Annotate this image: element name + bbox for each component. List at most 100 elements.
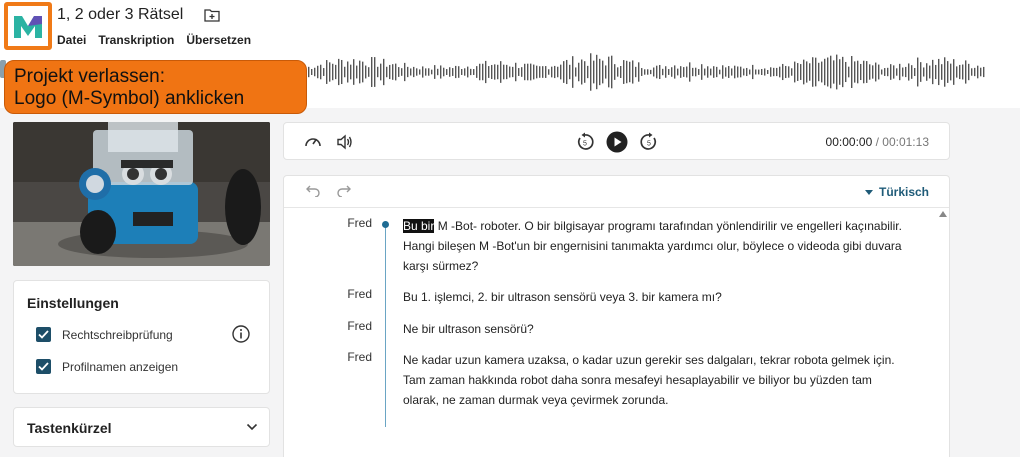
speaker-name[interactable]: Fred <box>322 216 372 230</box>
waveform-bar <box>770 67 772 77</box>
waveform-bar <box>377 66 379 78</box>
waveform-bar <box>350 64 352 80</box>
waveform-bar <box>500 61 502 83</box>
waveform-bar <box>818 62 820 82</box>
waveform-bar <box>707 66 709 78</box>
profile-names-checkbox[interactable] <box>36 359 51 374</box>
waveform-bar <box>914 67 916 77</box>
waveform-bar <box>749 69 751 75</box>
video-preview[interactable] <box>13 122 270 266</box>
waveform-bar <box>431 69 433 75</box>
waveform-bar <box>320 64 322 80</box>
spellcheck-label: Rechtschreibprüfung <box>62 327 173 342</box>
waveform-bar <box>515 62 517 82</box>
play-icon[interactable] <box>606 131 628 153</box>
waveform-bar <box>539 66 541 78</box>
waveform-bar <box>845 61 847 83</box>
player-bar: 5 5 00:00:00 / 00:01:13 <box>283 122 950 160</box>
spellcheck-setting[interactable]: Rechtschreibprüfung <box>36 327 173 342</box>
speed-icon[interactable] <box>304 133 322 151</box>
waveform-bar <box>308 66 310 78</box>
waveform-bar <box>917 57 919 87</box>
spellcheck-checkbox[interactable] <box>36 327 51 342</box>
menu-transcription[interactable]: Transkription <box>98 33 174 47</box>
waveform-bar <box>695 67 697 77</box>
waveform-bar <box>494 64 496 80</box>
waveform-bar <box>635 66 637 78</box>
waveform-bar <box>836 54 838 90</box>
waveform-bar <box>422 66 424 78</box>
waveform-bar <box>353 59 355 85</box>
waveform-bar <box>800 64 802 80</box>
waveform-bar <box>668 69 670 75</box>
waveform-bar <box>488 66 490 78</box>
waveform-bar <box>698 69 700 75</box>
waveform-bar <box>758 69 760 75</box>
waveform-bar <box>962 64 964 80</box>
segment-text[interactable]: Bu 1. işlemci, 2. bir ultrason sensörü v… <box>403 287 903 307</box>
speaker-name[interactable]: Fred <box>322 350 372 364</box>
segment-text[interactable]: Bu bir M -Bot- roboter. O bir bilgisayar… <box>403 216 903 276</box>
current-time: 00:00:00 <box>825 135 873 149</box>
m-logo-button[interactable] <box>4 2 52 50</box>
waveform-bar <box>584 61 586 83</box>
waveform-bar <box>848 66 850 78</box>
waveform-bar <box>473 69 475 75</box>
rewind-5-icon[interactable]: 5 <box>575 132 595 152</box>
waveform-bar <box>464 68 466 76</box>
shortcuts-panel[interactable]: Tastenkürzel <box>13 407 270 447</box>
forward-5-icon[interactable]: 5 <box>639 132 659 152</box>
waveform-bar <box>581 59 583 85</box>
svg-text:5: 5 <box>583 141 587 148</box>
waveform-bar <box>578 62 580 82</box>
waveform-bar <box>461 69 463 75</box>
waveform-bar <box>527 63 529 81</box>
waveform-bar <box>566 59 568 85</box>
waveform-bar <box>407 66 409 78</box>
waveform-bar <box>608 56 610 88</box>
waveform-bar <box>326 60 328 84</box>
waveform-bar <box>467 66 469 78</box>
waveform-bar <box>419 69 421 75</box>
shortcuts-title: Tastenkürzel <box>27 420 112 436</box>
folder-add-icon[interactable] <box>204 8 220 22</box>
waveform-bar <box>683 67 685 77</box>
menu-translate[interactable]: Übersetzen <box>186 33 251 47</box>
info-icon[interactable] <box>232 325 250 343</box>
waveform-bar <box>896 68 898 76</box>
waveform-bar <box>839 59 841 85</box>
waveform-bar <box>944 57 946 87</box>
waveform-bar <box>557 66 559 78</box>
waveform-bar <box>743 68 745 76</box>
waveform-bar <box>725 67 727 77</box>
waveform-bar <box>746 67 748 77</box>
language-dropdown[interactable]: Türkisch <box>864 185 929 199</box>
undo-icon[interactable] <box>306 185 320 197</box>
editor-toolbar: Türkisch <box>284 176 949 208</box>
waveform-bar <box>923 67 925 77</box>
waveform-bar <box>446 69 448 75</box>
profile-names-setting[interactable]: Profilnamen anzeigen <box>36 359 178 374</box>
speaker-name[interactable]: Fred <box>322 287 372 301</box>
segment-text[interactable]: Ne kadar uzun kamera uzaksa, o kadar uzu… <box>403 350 903 410</box>
waveform-bar <box>416 68 418 76</box>
waveform-bar <box>386 66 388 78</box>
waveform-bar <box>479 63 481 81</box>
waveform-bar <box>440 65 442 79</box>
scroll-up-arrow[interactable] <box>939 211 947 217</box>
waveform-bar <box>908 63 910 81</box>
speaker-name[interactable]: Fred <box>322 319 372 333</box>
waveform-bar <box>641 68 643 76</box>
waveform-bar <box>980 67 982 77</box>
redo-icon[interactable] <box>337 185 351 197</box>
waveform-bar <box>983 66 985 78</box>
waveform-bar <box>956 66 958 78</box>
waveform-bar <box>551 66 553 78</box>
waveform-bar <box>977 65 979 79</box>
volume-icon[interactable] <box>336 133 354 151</box>
waveform-bar <box>809 63 811 81</box>
menu-file[interactable]: Datei <box>57 33 86 47</box>
segment-text[interactable]: Ne bir ultrason sensörü? <box>403 319 903 339</box>
waveform-bar <box>890 64 892 80</box>
waveform-bar <box>653 67 655 77</box>
